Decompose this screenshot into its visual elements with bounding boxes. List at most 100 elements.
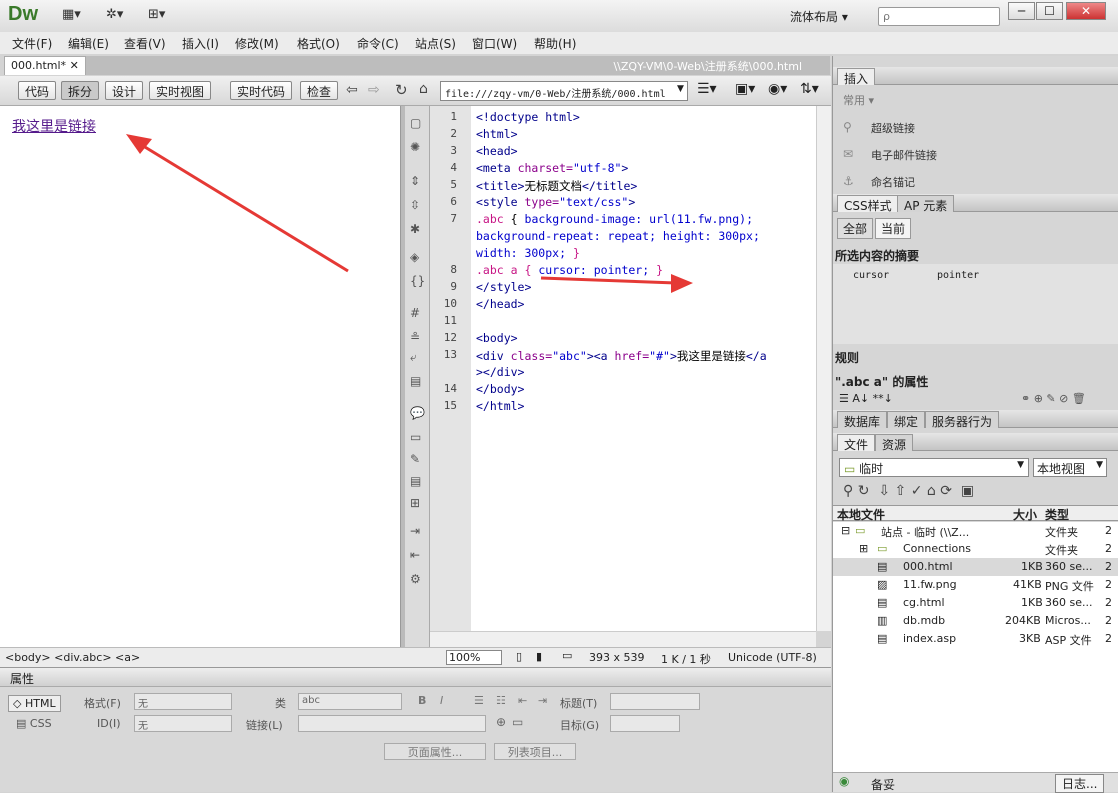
italic-button[interactable]: I <box>440 694 443 707</box>
code-horizontal-scrollbar[interactable] <box>430 631 816 647</box>
multiscreen-icon[interactable]: ▣▾ <box>735 81 755 97</box>
preview-browser-icon[interactable]: ◉▾ <box>768 81 787 97</box>
outdent-icon[interactable]: ⇤ <box>518 694 527 707</box>
insert-category-select[interactable]: 常用 ▾ <box>843 92 874 108</box>
address-dropdown-icon[interactable]: ▼ <box>677 84 684 94</box>
format-source-icon[interactable]: ⚙ <box>410 572 421 586</box>
window-size-icon[interactable]: ▭ <box>562 649 572 662</box>
insert-email-link[interactable]: 电子邮件链接 <box>871 147 937 163</box>
menu-site[interactable]: 站点(S) <box>415 35 456 52</box>
live-code-button[interactable]: 实时代码 <box>230 81 293 100</box>
show-code-navigator-icon[interactable]: ✺ <box>410 140 420 154</box>
format-select[interactable]: 无 <box>134 693 232 710</box>
line-numbers-icon[interactable]: # <box>410 306 420 320</box>
insert-named-anchor[interactable]: 命名锚记 <box>871 174 915 190</box>
css-mode-button[interactable]: ▤ CSS <box>16 717 52 730</box>
code-view-button[interactable]: 代码 <box>18 81 57 100</box>
close-tab-icon[interactable]: ✕ <box>70 59 79 72</box>
page-properties-button[interactable]: 页面属性... <box>384 743 486 760</box>
tab-insert[interactable]: 插入 <box>837 68 876 86</box>
minimize-button[interactable]: ─ <box>1008 2 1035 20</box>
target-select[interactable] <box>610 715 680 732</box>
forward-icon[interactable]: ⇨ <box>368 82 380 98</box>
design-view-button[interactable]: 设计 <box>105 81 144 100</box>
code-editor[interactable]: <!doctype html> <html> <head> <meta char… <box>471 106 816 631</box>
tab-server-behaviors[interactable]: 服务器行为 <box>925 411 1000 429</box>
file-row[interactable]: ▤ index.asp 3KB ASP 文件 2 <box>833 630 1118 648</box>
indent-icon[interactable]: ⇥ <box>538 694 547 707</box>
col-size[interactable]: 大小 <box>1013 506 1037 523</box>
list-item-button[interactable]: 列表项目... <box>494 743 576 760</box>
file-transfer-icon[interactable]: ⇅▾ <box>800 81 819 97</box>
class-select[interactable]: abc <box>298 693 402 710</box>
document-tab[interactable]: 000.html* ✕ <box>4 56 86 75</box>
browse-folder-icon[interactable]: ▭ <box>512 715 523 729</box>
css-action-icons[interactable]: ⚭ ⊕ ✎ ⊘ 🗑 <box>1021 392 1086 405</box>
word-wrap-icon[interactable]: ⤶ <box>410 350 417 365</box>
code-vertical-scrollbar[interactable] <box>816 106 831 631</box>
file-row[interactable]: ▤ cg.html 1KB 360 se... 2 <box>833 594 1118 612</box>
html-mode-button[interactable]: ◇ HTML <box>8 695 61 712</box>
tab-ap-elements[interactable]: AP 元素 <box>897 195 955 213</box>
design-view[interactable]: 我这里是链接 <box>0 106 401 647</box>
summary-prop-name[interactable]: cursor <box>853 270 889 281</box>
collapse-tag-icon[interactable]: ⇕ <box>410 174 420 188</box>
summary-prop-value[interactable]: pointer <box>937 270 979 281</box>
file-row[interactable]: ▨ 11.fw.png 41KB PNG 文件 2 <box>833 576 1118 594</box>
css-all-button[interactable]: 全部 <box>837 218 874 239</box>
inspect-button[interactable]: 检查 <box>300 81 339 100</box>
view-select[interactable]: 本地视图 ▼ <box>1033 458 1107 477</box>
address-input[interactable]: file:///zqy-vm/0-Web/注册系统/000.html <box>440 81 688 101</box>
remove-comment-icon[interactable]: ▭ <box>410 430 421 444</box>
highlight-invalid-icon[interactable]: ≗ <box>410 330 420 344</box>
maximize-button[interactable]: ☐ <box>1036 2 1063 20</box>
apply-comment-icon[interactable]: 💬 <box>410 406 425 420</box>
menu-edit[interactable]: 编辑(E) <box>68 35 109 52</box>
css-view-toggles[interactable]: ☰ A↓ **↓ <box>839 392 893 405</box>
title-input[interactable] <box>610 693 700 710</box>
tab-databases[interactable]: 数据库 <box>837 411 888 429</box>
file-row[interactable]: ▤ 000.html 1KB 360 se... 2 <box>833 558 1118 576</box>
back-icon[interactable]: ⇦ <box>346 82 358 98</box>
insert-hyperlink[interactable]: 超级链接 <box>871 120 915 136</box>
menu-insert[interactable]: 插入(I) <box>182 35 219 52</box>
css-current-button[interactable]: 当前 <box>875 218 912 239</box>
home-icon[interactable]: ⌂ <box>419 81 428 97</box>
zoom-select[interactable]: 100% <box>446 650 502 665</box>
file-row[interactable]: ▥ db.mdb 204KB Micros... 2 <box>833 612 1118 630</box>
ordered-list-icon[interactable]: ☷ <box>496 694 506 707</box>
layout-selector[interactable]: 流体布局 ▾ <box>790 8 848 25</box>
collapse-selection-icon[interactable]: ⇳ <box>410 198 420 212</box>
tab-assets[interactable]: 资源 <box>875 434 914 452</box>
col-type[interactable]: 类型 <box>1045 506 1069 523</box>
split-view-button[interactable]: 拆分 <box>61 81 100 100</box>
live-view-button[interactable]: 实时视图 <box>149 81 212 100</box>
menu-file[interactable]: 文件(F) <box>12 35 52 52</box>
expand-all-icon[interactable]: ✱ <box>410 222 420 236</box>
file-row[interactable]: ⊞ ▭ Connections 文件夹 2 <box>833 540 1118 558</box>
files-toolbar[interactable]: ⚲ ↻ ⇩ ⇧ ✓ ⌂ ⟳ ▣ <box>843 483 974 499</box>
tab-bindings[interactable]: 绑定 <box>887 411 926 429</box>
log-button[interactable]: 日志... <box>1055 774 1105 793</box>
expand-icon[interactable]: ⊞ <box>859 542 868 555</box>
search-input[interactable]: ρ <box>878 7 1000 26</box>
collapse-icon[interactable]: ⊟ <box>841 524 850 537</box>
unordered-list-icon[interactable]: ☰ <box>474 694 484 707</box>
col-local-files[interactable]: 本地文件 <box>837 506 885 523</box>
menu-modify[interactable]: 修改(M) <box>235 35 279 52</box>
balance-braces-icon[interactable]: {} <box>410 274 425 288</box>
open-documents-icon[interactable]: ▢ <box>410 116 421 130</box>
workspace-layout-icon[interactable]: ▦▾ <box>62 7 81 25</box>
file-row[interactable]: ⊟ ▭ 站点 - 临时 (\\Z... 文件夹 2 <box>833 522 1118 540</box>
recent-snippets-icon[interactable]: ▤ <box>410 474 421 488</box>
move-css-icon[interactable]: ⊞ <box>410 496 420 510</box>
select-tool-icon[interactable]: ▯ <box>516 650 522 663</box>
tab-css-styles[interactable]: CSS样式 <box>837 195 899 213</box>
outdent-icon[interactable]: ⇤ <box>410 548 420 562</box>
close-button[interactable]: ✕ <box>1066 2 1106 20</box>
link-input[interactable] <box>298 715 486 732</box>
menu-view[interactable]: 查看(V) <box>124 35 166 52</box>
site-select[interactable]: ▭ 临时 ▼ <box>839 458 1029 477</box>
window-size[interactable]: 393 x 539 <box>589 651 645 664</box>
menu-commands[interactable]: 命令(C) <box>357 35 399 52</box>
